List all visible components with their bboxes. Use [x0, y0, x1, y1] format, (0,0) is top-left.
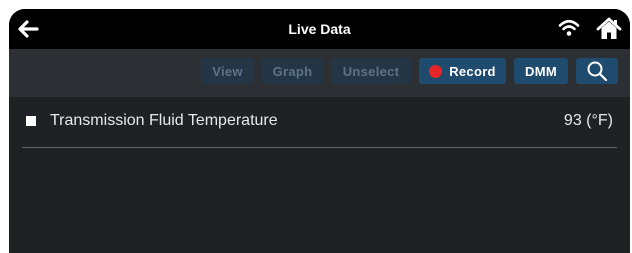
graph-button[interactable]: Graph: [262, 58, 323, 84]
toolbar: View Graph Unselect Record DMM: [9, 49, 630, 97]
search-button[interactable]: [576, 58, 618, 84]
unselect-button[interactable]: Unselect: [331, 58, 411, 84]
view-button[interactable]: View: [201, 58, 254, 84]
home-button[interactable]: [596, 17, 622, 41]
row-divider: [22, 147, 617, 148]
search-icon: [587, 61, 608, 82]
live-data-list: Transmission Fluid Temperature 93 (°F): [9, 97, 630, 253]
parameter-name: Transmission Fluid Temperature: [50, 112, 278, 129]
title-bar: Live Data: [9, 9, 630, 49]
page-title: Live Data: [288, 21, 351, 37]
wifi-icon: [558, 19, 580, 36]
record-button[interactable]: Record: [419, 58, 506, 84]
home-icon: [596, 17, 622, 39]
record-dot-icon: [429, 64, 443, 78]
wifi-status: [558, 18, 580, 38]
parameter-value: 93 (°F): [563, 112, 613, 129]
row-checkbox[interactable]: [26, 116, 36, 126]
list-item[interactable]: Transmission Fluid Temperature 93 (°F): [9, 97, 630, 147]
record-label: Record: [449, 63, 496, 79]
app-window: Live Data View Graph Unselect Record DMM: [9, 9, 630, 253]
dmm-button[interactable]: DMM: [514, 58, 568, 84]
